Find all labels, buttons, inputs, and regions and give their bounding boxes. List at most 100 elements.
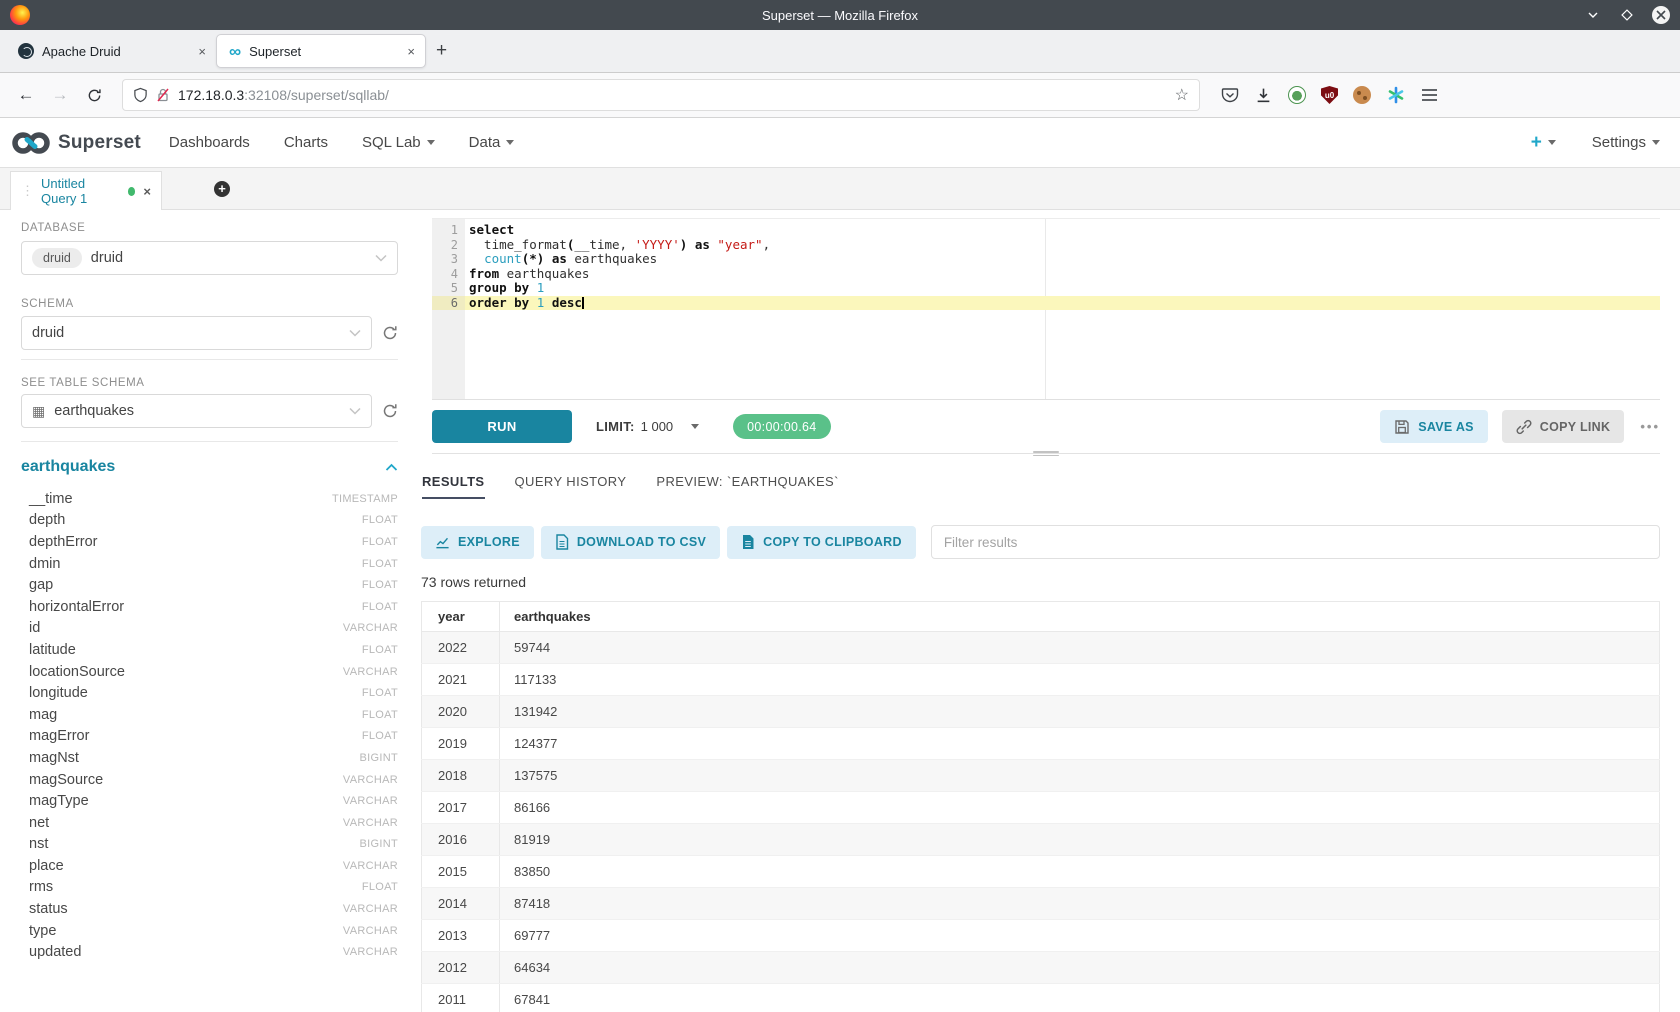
table-row: 201681919: [422, 824, 1660, 856]
minimize-icon[interactable]: [1584, 6, 1602, 24]
nav-item-dashboards[interactable]: Dashboards: [169, 134, 250, 151]
code-line: select: [465, 223, 1660, 238]
column-header-year[interactable]: year: [422, 602, 500, 632]
tab-close-icon[interactable]: ×: [198, 44, 206, 59]
limit-dropdown[interactable]: LIMIT: 1 000: [596, 419, 699, 434]
refresh-table-icon[interactable]: [382, 403, 398, 419]
reload-icon[interactable]: [80, 81, 108, 109]
tab-results[interactable]: RESULTS: [422, 474, 485, 499]
column-name: magType: [29, 793, 89, 809]
table-row: 201583850: [422, 856, 1660, 888]
tab-close-icon[interactable]: ×: [407, 44, 415, 59]
editor-gutter: 123456: [432, 219, 465, 399]
query-tab-close-icon[interactable]: ×: [143, 184, 151, 199]
schema-column-row: statusVARCHAR: [21, 898, 398, 920]
column-name: dmin: [29, 556, 60, 572]
column-type: FLOAT: [362, 601, 398, 613]
editor-code[interactable]: select time_format(__time, 'YYYY') as "y…: [465, 219, 1660, 399]
cell-year: 2022: [422, 632, 500, 664]
download-icon[interactable]: [1254, 86, 1273, 105]
column-type: VARCHAR: [343, 925, 398, 937]
menu-hamburger-icon[interactable]: [1420, 86, 1439, 105]
results-table-body: 2022597442021117133202013194220191243772…: [422, 632, 1660, 1012]
superset-logo-icon: [10, 130, 52, 156]
column-type: VARCHAR: [343, 622, 398, 634]
schema-select[interactable]: druid: [21, 316, 372, 350]
maximize-icon[interactable]: [1618, 6, 1636, 24]
sql-editor[interactable]: 123456 select time_format(__time, 'YYYY'…: [432, 218, 1660, 400]
column-name: rms: [29, 879, 53, 895]
refresh-schema-icon[interactable]: [382, 325, 398, 341]
close-window-icon[interactable]: [1652, 6, 1670, 24]
cell-year: 2019: [422, 728, 500, 760]
plus-icon: +: [1531, 132, 1542, 154]
column-type: VARCHAR: [343, 666, 398, 678]
pocket-icon[interactable]: [1220, 86, 1239, 105]
cell-earthquakes: 137575: [500, 760, 1660, 792]
explore-button[interactable]: EXPLORE: [421, 526, 534, 559]
tab-query-history[interactable]: QUERY HISTORY: [515, 474, 627, 499]
back-icon[interactable]: ←: [12, 81, 40, 109]
nav-item-sql-lab[interactable]: SQL Lab: [362, 134, 435, 151]
filter-results-input[interactable]: [931, 525, 1660, 559]
schema-column-row: typeVARCHAR: [21, 920, 398, 942]
column-type: FLOAT: [362, 730, 398, 742]
more-options-icon[interactable]: •••: [1640, 419, 1660, 434]
database-select[interactable]: druid druid: [21, 241, 398, 275]
column-type: FLOAT: [362, 514, 398, 526]
nav-item-data[interactable]: Data: [469, 134, 515, 151]
link-icon: [1516, 419, 1532, 435]
schema-column-row: latitudeFLOAT: [21, 639, 398, 661]
chart-line-icon: [435, 535, 450, 550]
text-cursor: [582, 297, 584, 309]
cell-earthquakes: 59744: [500, 632, 1660, 664]
extension-asterisk-icon[interactable]: [1386, 86, 1405, 105]
code-line: time_format(__time, 'YYYY') as "year",: [465, 238, 1660, 253]
table-select[interactable]: ▦ earthquakes: [21, 394, 372, 428]
schema-column-row: updatedVARCHAR: [21, 941, 398, 963]
url-bar[interactable]: 172.18.0.3:32108/superset/sqllab/ ☆: [122, 79, 1200, 111]
settings-menu[interactable]: Settings: [1592, 134, 1660, 151]
tab-preview-earthquakes[interactable]: PREVIEW: `EARTHQUAKES`: [656, 474, 838, 499]
copy-link-button[interactable]: COPY LINK: [1502, 410, 1625, 443]
schema-column-row: magFLOAT: [21, 704, 398, 726]
collapse-table-chevron-icon[interactable]: [385, 463, 398, 472]
column-type: TIMESTAMP: [332, 493, 398, 505]
schema-column-row: longitudeFLOAT: [21, 682, 398, 704]
column-name: __time: [29, 491, 73, 507]
drag-handle-icon[interactable]: ⋮: [21, 183, 33, 199]
pane-splitter-handle[interactable]: [1033, 449, 1059, 458]
column-type: FLOAT: [362, 579, 398, 591]
column-type: FLOAT: [362, 536, 398, 548]
run-button[interactable]: RUN: [432, 410, 572, 443]
schema-column-row: depthErrorFLOAT: [21, 531, 398, 553]
rows-returned-text: 73 rows returned: [421, 574, 1660, 590]
privacy-mask-icon[interactable]: [1288, 86, 1306, 104]
browser-tab-superset[interactable]: ∞ Superset ×: [216, 34, 426, 68]
schema-column-row: gapFLOAT: [21, 574, 398, 596]
download-csv-button[interactable]: DOWNLOAD TO CSV: [541, 526, 720, 559]
schema-column-row: __time TIMESTAMP: [21, 488, 398, 510]
results-table: year earthquakes 20225974420211171332020…: [421, 601, 1660, 1012]
column-name: id: [29, 620, 40, 636]
superset-brand[interactable]: Superset: [10, 130, 141, 156]
column-header-earthquakes[interactable]: earthquakes: [500, 602, 1660, 632]
add-query-tab-icon[interactable]: +: [214, 181, 230, 197]
save-as-button[interactable]: SAVE AS: [1380, 410, 1488, 443]
chevron-down-icon: [1548, 140, 1556, 145]
chevron-down-icon: [506, 140, 514, 145]
cookie-icon[interactable]: [1353, 86, 1371, 104]
ublock-shield-icon[interactable]: u0: [1321, 86, 1338, 104]
table-row: 202259744: [422, 632, 1660, 664]
browser-tab-apache-druid[interactable]: Apache Druid ×: [6, 34, 216, 68]
forward-icon[interactable]: →: [46, 81, 74, 109]
nav-item-charts[interactable]: Charts: [284, 134, 328, 151]
query-tab-untitled[interactable]: ⋮ Untitled Query 1 ×: [10, 171, 162, 210]
bookmark-star-icon[interactable]: ☆: [1175, 85, 1189, 105]
copy-clipboard-button[interactable]: COPY TO CLIPBOARD: [727, 526, 916, 559]
query-elapsed-timer: 00:00:00.64: [733, 414, 830, 439]
add-new-button[interactable]: +: [1531, 132, 1556, 154]
cell-year: 2016: [422, 824, 500, 856]
new-tab-icon[interactable]: +: [436, 40, 447, 62]
schema-column-row: horizontalErrorFLOAT: [21, 596, 398, 618]
